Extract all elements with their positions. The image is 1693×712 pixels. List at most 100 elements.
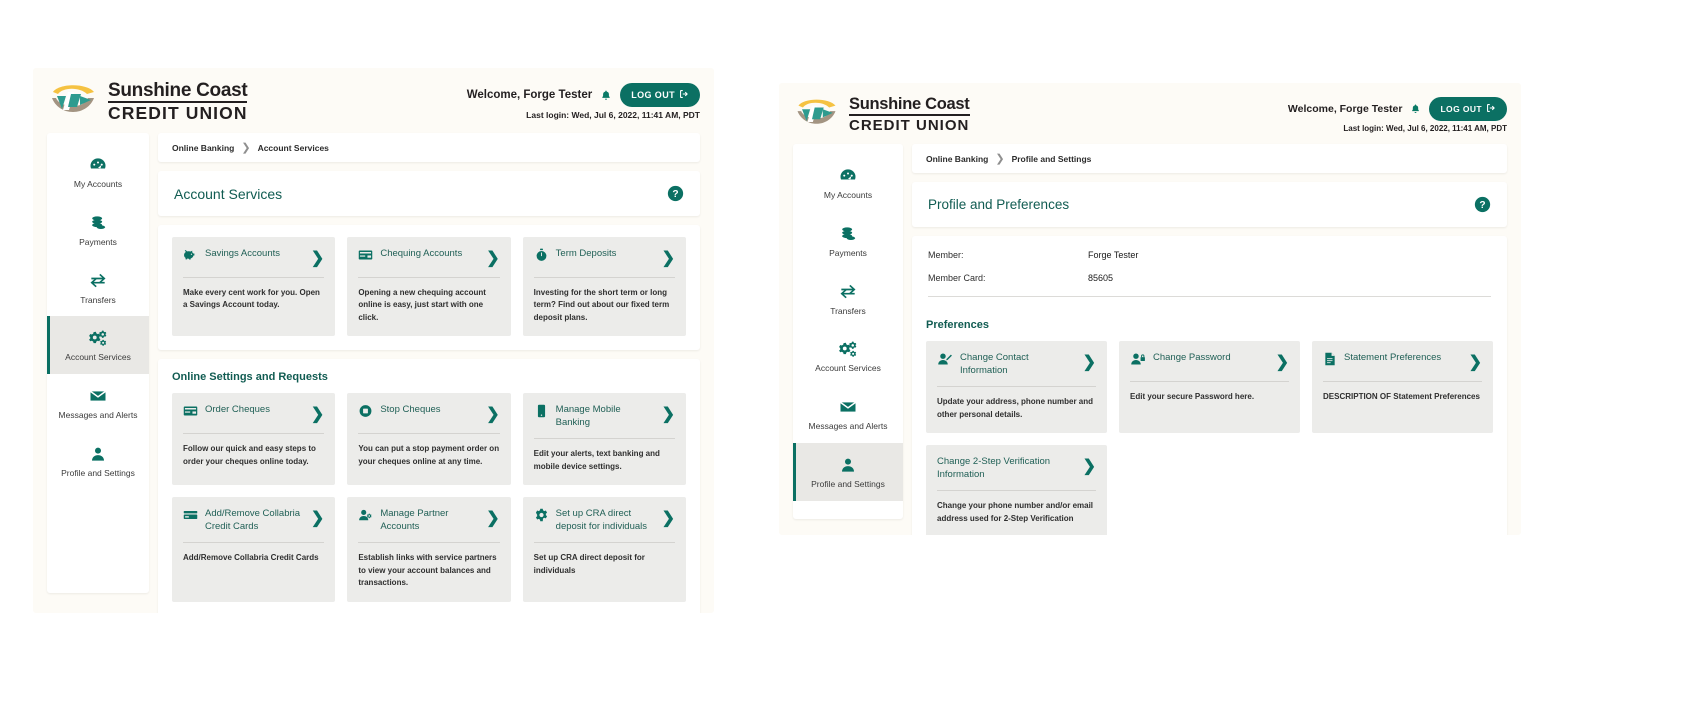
card-savings-accounts[interactable]: Savings Accounts ❯ Make every cent work … bbox=[172, 237, 336, 337]
brand-logo-b[interactable]: Sunshine Coast CREDIT UNION bbox=[793, 93, 970, 136]
card-stop-cheques[interactable]: Stop Cheques ❯ You can put a stop paymen… bbox=[347, 393, 511, 486]
document-icon bbox=[1323, 352, 1337, 371]
chevron-right-icon[interactable]: ❯ bbox=[311, 248, 324, 268]
card-statement-preferences[interactable]: Statement Preferences ❯ DESCRIPTION OF S… bbox=[1312, 341, 1493, 433]
card-description: Edit your alerts, text banking and mobil… bbox=[533, 449, 660, 471]
speedometer-icon bbox=[837, 166, 859, 186]
card-add-remove-collabria-credit-cards[interactable]: Add/Remove Collabria Credit Cards ❯ Add/… bbox=[172, 497, 336, 602]
brand-subtitle-b: CREDIT UNION bbox=[849, 116, 970, 134]
cheque-card-icon bbox=[183, 404, 198, 423]
chevron-right-icon[interactable]: ❯ bbox=[1083, 456, 1096, 476]
sidebar-label-messages-and-alerts: Messages and Alerts bbox=[58, 410, 138, 421]
logout-label-b: LOG OUT bbox=[1440, 103, 1482, 114]
sidebar-label-account-services: Account Services bbox=[815, 363, 881, 374]
card-change-password[interactable]: Change Password ❯ Edit your secure Passw… bbox=[1119, 341, 1300, 433]
member-divider bbox=[928, 296, 1491, 297]
envelope-icon bbox=[87, 386, 109, 406]
card-order-cheques[interactable]: Order Cheques ❯ Follow our quick and eas… bbox=[172, 393, 336, 486]
card-title: Change Password bbox=[1153, 352, 1231, 363]
sidebar-item-my-accounts[interactable]: My Accounts bbox=[47, 143, 149, 201]
sidebar-item-account-services[interactable]: Account Services bbox=[793, 327, 903, 385]
breadcrumb-panel-a: Online Banking ❯ Account Services bbox=[158, 133, 700, 162]
card-title: Set up CRA direct deposit for individual… bbox=[555, 508, 648, 533]
user-row-a: Welcome, Forge Tester LOG OUT bbox=[467, 83, 700, 107]
exit-icon bbox=[1486, 103, 1496, 115]
account-services-window: Sunshine Coast CREDIT UNION Welcome, For… bbox=[33, 68, 714, 613]
card-description: Add/Remove Collabria Credit Cards bbox=[183, 553, 319, 563]
card-divider bbox=[183, 542, 325, 544]
chevron-right-icon[interactable]: ❯ bbox=[486, 404, 499, 424]
chevron-right-icon[interactable]: ❯ bbox=[486, 248, 499, 268]
card-top: Change Password ❯ bbox=[1130, 351, 1289, 372]
chevron-right-icon[interactable]: ❯ bbox=[311, 508, 324, 528]
user-row-b: Welcome, Forge Tester LOG OUT bbox=[1288, 96, 1507, 121]
logout-button-b[interactable]: LOG OUT bbox=[1429, 96, 1507, 121]
chevron-right-icon[interactable]: ❯ bbox=[662, 508, 675, 528]
sidebar-label-profile-and-settings: Profile and Settings bbox=[811, 478, 885, 489]
chevron-right-icon[interactable]: ❯ bbox=[1469, 352, 1482, 372]
card-term-deposits[interactable]: Term Deposits ❯ Investing for the short … bbox=[522, 237, 686, 337]
logout-button-a[interactable]: LOG OUT bbox=[620, 83, 700, 107]
card-description: You can put a stop payment order on your… bbox=[358, 444, 500, 466]
app-header-a: Sunshine Coast CREDIT UNION Welcome, For… bbox=[33, 68, 714, 133]
breadcrumb-item-current-a: Account Services bbox=[257, 142, 329, 153]
chevron-right-icon[interactable]: ❯ bbox=[662, 248, 675, 268]
card-manage-mobile-banking[interactable]: Manage Mobile Banking ❯ Edit your alerts… bbox=[522, 393, 686, 486]
question-circle-icon-b[interactable]: ? bbox=[1474, 196, 1491, 213]
profile-content-panel: Member: Forge Tester Member Card: 85605 … bbox=[912, 236, 1507, 535]
card-title: Manage Partner Accounts bbox=[380, 508, 449, 533]
card-top: Add/Remove Collabria Credit Cards ❯ bbox=[183, 507, 324, 533]
profile-and-settings-window: Sunshine Coast CREDIT UNION Welcome, For… bbox=[779, 83, 1521, 535]
sidebar-item-profile-and-settings[interactable]: Profile and Settings bbox=[793, 442, 903, 501]
card-cra-direct-deposit[interactable]: Set up CRA direct deposit for individual… bbox=[522, 497, 686, 602]
brand-logo-a[interactable]: Sunshine Coast CREDIT UNION bbox=[47, 78, 248, 125]
brand-name-a: Sunshine Coast bbox=[108, 79, 248, 103]
brand-text-b: Sunshine Coast CREDIT UNION bbox=[849, 96, 970, 133]
sidebar-item-messages-and-alerts[interactable]: Messages and Alerts bbox=[793, 385, 903, 443]
card-description: Opening a new chequing account online is… bbox=[358, 288, 486, 322]
sidebar-label-profile-and-settings: Profile and Settings bbox=[61, 467, 135, 478]
bell-icon[interactable] bbox=[600, 89, 612, 102]
sidebar-item-messages-and-alerts[interactable]: Messages and Alerts bbox=[47, 374, 149, 432]
member-info-block: Member: Forge Tester Member Card: 85605 bbox=[912, 236, 1507, 307]
card-change-contact-information[interactable]: Change Contact Information ❯ Update your… bbox=[926, 341, 1107, 433]
chevron-right-icon[interactable]: ❯ bbox=[486, 508, 499, 528]
card-divider bbox=[937, 386, 1096, 388]
bell-icon[interactable] bbox=[1410, 103, 1421, 115]
card-change-2-step-verification[interactable]: Change 2-Step Verification Information ❯… bbox=[926, 445, 1107, 535]
chevron-right-icon[interactable]: ❯ bbox=[1083, 352, 1096, 372]
card-title: Term Deposits bbox=[555, 248, 617, 259]
sidebar-item-payments[interactable]: Payments bbox=[47, 201, 149, 259]
chevron-right-icon[interactable]: ❯ bbox=[662, 404, 675, 424]
card-top: Order Cheques ❯ bbox=[183, 403, 324, 424]
sidebar-item-my-accounts[interactable]: My Accounts bbox=[793, 154, 903, 212]
svg-text:?: ? bbox=[1479, 200, 1485, 211]
card-manage-partner-accounts[interactable]: Manage Partner Accounts ❯ Establish link… bbox=[347, 497, 511, 602]
sidebar-item-payments[interactable]: Payments bbox=[793, 212, 903, 270]
chevron-right-icon[interactable]: ❯ bbox=[1276, 352, 1289, 372]
question-circle-icon-a[interactable]: ? bbox=[667, 185, 684, 202]
card-title: Change Contact Information bbox=[960, 352, 1029, 377]
card-title: Statement Preferences bbox=[1344, 352, 1442, 363]
speedometer-icon bbox=[87, 155, 109, 175]
sidebar-item-transfers[interactable]: Transfers bbox=[793, 270, 903, 328]
breadcrumb-item-online-banking[interactable]: Online Banking bbox=[172, 143, 234, 153]
card-description: DESCRIPTION OF Statement Preferences bbox=[1323, 392, 1480, 401]
chevron-right-icon[interactable]: ❯ bbox=[311, 404, 324, 424]
card-top: Set up CRA direct deposit for individual… bbox=[534, 507, 675, 533]
sidebar-label-payments: Payments bbox=[829, 247, 867, 258]
gears-icon bbox=[87, 328, 109, 348]
sidebar-label-my-accounts: My Accounts bbox=[823, 190, 873, 200]
sidebar-item-profile-and-settings[interactable]: Profile and Settings bbox=[47, 432, 149, 490]
mobile-phone-icon bbox=[534, 404, 549, 423]
card-top: Manage Mobile Banking ❯ bbox=[534, 403, 675, 429]
card-chequing-accounts[interactable]: Chequing Accounts ❯ Opening a new chequi… bbox=[347, 237, 511, 337]
sidebar-item-account-services[interactable]: Account Services bbox=[47, 316, 149, 375]
sidebar-item-transfers[interactable]: Transfers bbox=[47, 259, 149, 317]
page-header-a: Account Services ? bbox=[158, 171, 700, 216]
card-top: Savings Accounts ❯ bbox=[183, 247, 324, 268]
breadcrumb-item-online-banking[interactable]: Online Banking bbox=[926, 154, 988, 164]
card-divider bbox=[358, 433, 500, 435]
card-divider bbox=[533, 438, 675, 440]
sunshine-coast-logo-icon bbox=[47, 78, 99, 125]
